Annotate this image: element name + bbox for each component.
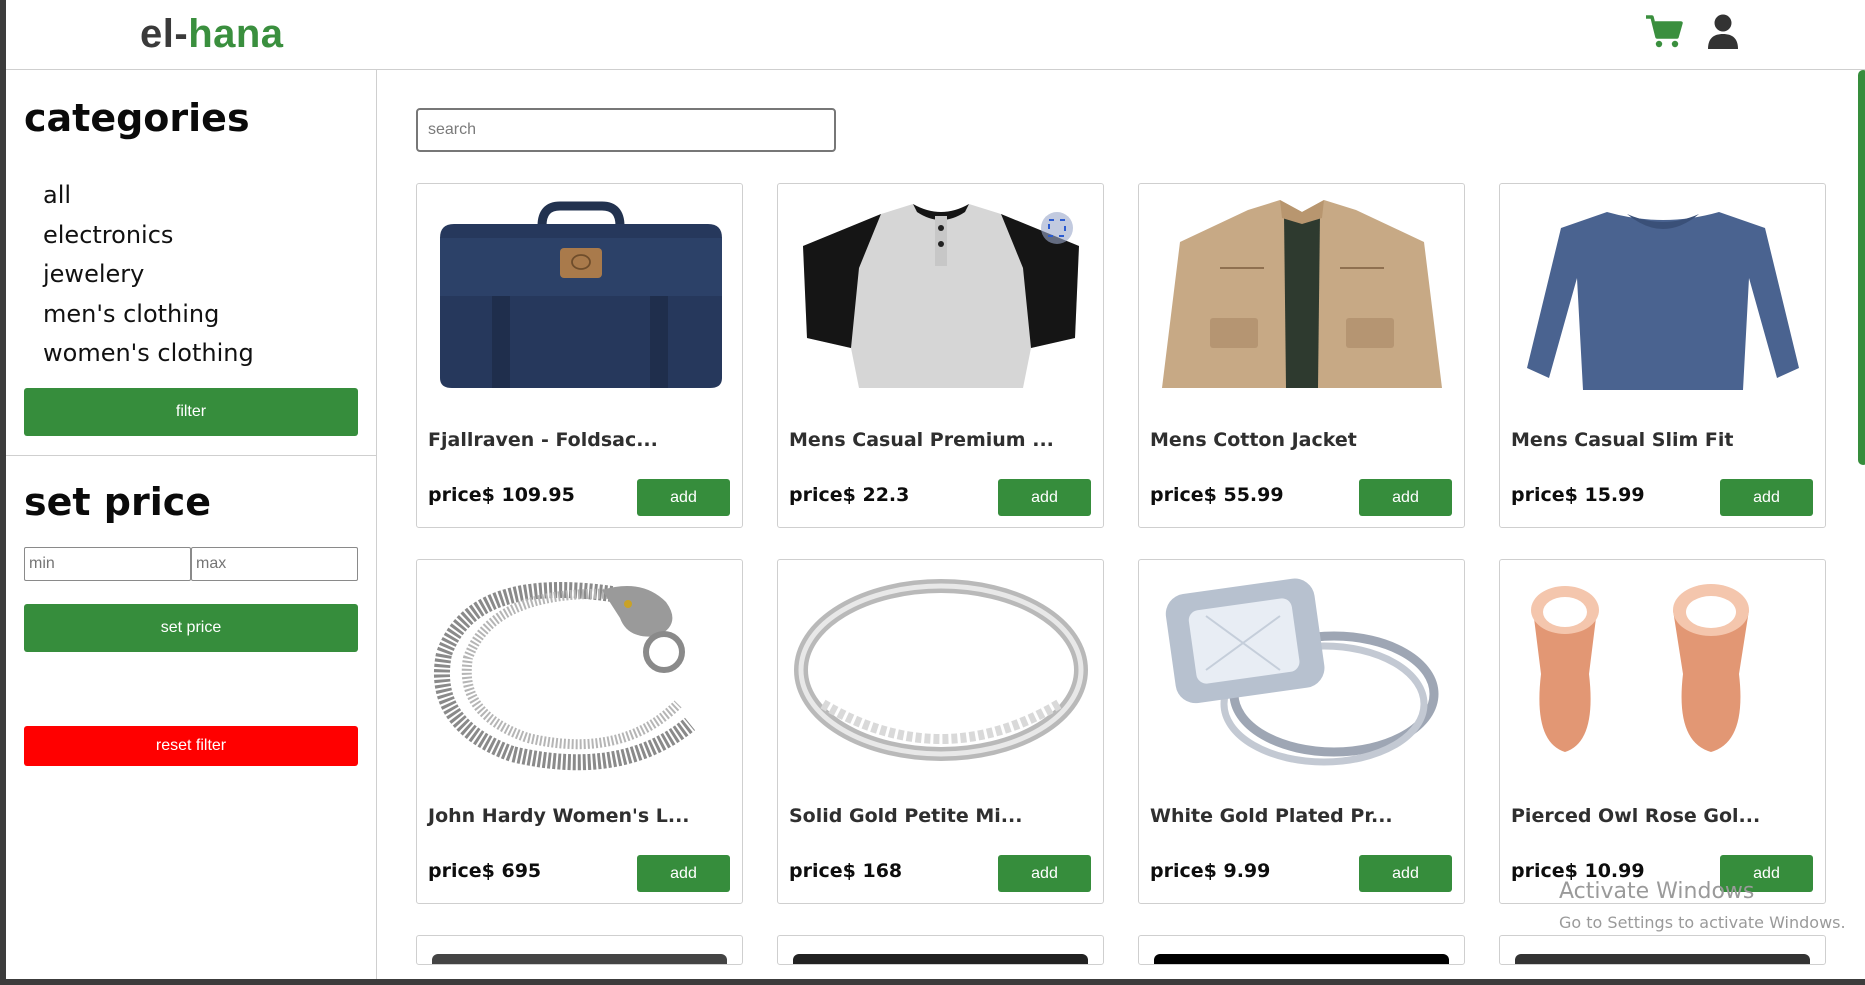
long-sleeve-shirt-image bbox=[1527, 212, 1799, 390]
min-price-input[interactable] bbox=[24, 547, 191, 581]
product-card[interactable]: Mens Casual Premium ... price$ 22.3 add bbox=[777, 183, 1104, 528]
tshirt-image bbox=[803, 204, 1079, 388]
product-card[interactable]: Fjallraven - Foldsac... price$ 109.95 ad… bbox=[416, 183, 743, 528]
engagement-ring-image bbox=[1165, 578, 1439, 766]
cart-icon[interactable] bbox=[1644, 12, 1684, 52]
product-price: price$ 109.95 bbox=[428, 484, 575, 506]
top-header: el-hana bbox=[6, 0, 1865, 70]
product-title: Mens Cotton Jacket bbox=[1150, 429, 1357, 451]
categories-heading: categories bbox=[24, 96, 250, 140]
product-price: price$ 9.99 bbox=[1150, 860, 1271, 882]
product-title: White Gold Plated Pr... bbox=[1150, 805, 1393, 827]
add-to-cart-button[interactable]: add bbox=[1359, 855, 1452, 892]
sidebar-divider bbox=[6, 455, 377, 456]
product-title: Solid Gold Petite Mi... bbox=[789, 805, 1023, 827]
browser-frame: el-hana categories all electronics jewel… bbox=[0, 0, 1865, 985]
product-card[interactable]: White Gold Plated Pr... price$ 9.99 add bbox=[1138, 559, 1465, 904]
product-price: price$ 55.99 bbox=[1150, 484, 1284, 506]
backpack-image bbox=[440, 201, 722, 388]
bracelet-image bbox=[433, 582, 696, 771]
activate-windows-title: Activate Windows bbox=[1559, 879, 1755, 904]
product-price: price$ 168 bbox=[789, 860, 903, 882]
product-title: Mens Casual Premium ... bbox=[789, 429, 1054, 451]
user-icon[interactable] bbox=[1703, 12, 1743, 52]
product-card[interactable] bbox=[777, 935, 1104, 965]
category-list: all electronics jewelery men's clothing … bbox=[43, 176, 254, 374]
jacket-image bbox=[1162, 200, 1442, 388]
product-image bbox=[793, 954, 1088, 964]
product-card[interactable]: Pierced Owl Rose Gol... price$ 10.99 add bbox=[1499, 559, 1826, 904]
activate-windows-subtitle: Go to Settings to activate Windows. bbox=[1559, 913, 1846, 932]
ring-image bbox=[794, 579, 1088, 761]
product-price: price$ 15.99 bbox=[1511, 484, 1645, 506]
filter-button[interactable]: filter bbox=[24, 388, 358, 436]
add-to-cart-button[interactable]: add bbox=[637, 479, 730, 516]
filter-sidebar: categories all electronics jewelery men'… bbox=[6, 70, 377, 979]
product-card[interactable]: Mens Casual Slim Fit price$ 15.99 add bbox=[1499, 183, 1826, 528]
set-price-button[interactable]: set price bbox=[24, 604, 358, 652]
product-card[interactable]: John Hardy Women's L... price$ 695 add bbox=[416, 559, 743, 904]
product-price: price$ 695 bbox=[428, 860, 542, 882]
category-item-all[interactable]: all bbox=[43, 176, 254, 216]
max-price-input[interactable] bbox=[191, 547, 358, 581]
product-title: Pierced Owl Rose Gol... bbox=[1511, 805, 1761, 827]
category-item-womens-clothing[interactable]: women's clothing bbox=[43, 334, 254, 374]
rose-gold-plugs-image bbox=[1531, 584, 1749, 752]
product-card[interactable] bbox=[1138, 935, 1465, 965]
product-image bbox=[1154, 954, 1449, 964]
scrollbar-thumb[interactable] bbox=[1858, 70, 1865, 465]
reset-filter-button[interactable]: reset filter bbox=[24, 726, 358, 766]
product-card[interactable]: Mens Cotton Jacket price$ 55.99 add bbox=[1138, 183, 1465, 528]
logo-text-hana: hana bbox=[188, 12, 284, 56]
logo-text-el: el- bbox=[140, 12, 189, 56]
category-item-jewelery[interactable]: jewelery bbox=[43, 255, 254, 295]
add-to-cart-button[interactable]: add bbox=[637, 855, 730, 892]
product-title: Mens Casual Slim Fit bbox=[1511, 429, 1734, 451]
product-image bbox=[432, 954, 727, 964]
product-image bbox=[1515, 954, 1810, 964]
add-to-cart-button[interactable]: add bbox=[998, 479, 1091, 516]
set-price-heading: set price bbox=[24, 480, 212, 524]
category-item-mens-clothing[interactable]: men's clothing bbox=[43, 295, 254, 335]
add-to-cart-button[interactable]: add bbox=[1720, 479, 1813, 516]
product-price: price$ 22.3 bbox=[789, 484, 910, 506]
product-title: John Hardy Women's L... bbox=[428, 805, 690, 827]
category-item-electronics[interactable]: electronics bbox=[43, 216, 254, 256]
add-to-cart-button[interactable]: add bbox=[1359, 479, 1452, 516]
product-card[interactable]: Solid Gold Petite Mi... price$ 168 add bbox=[777, 559, 1104, 904]
product-card[interactable] bbox=[1499, 935, 1826, 965]
search-input[interactable] bbox=[416, 108, 836, 152]
product-title: Fjallraven - Foldsac... bbox=[428, 429, 658, 451]
add-to-cart-button[interactable]: add bbox=[998, 855, 1091, 892]
brand-logo[interactable]: el-hana bbox=[140, 12, 284, 57]
product-card[interactable] bbox=[416, 935, 743, 965]
